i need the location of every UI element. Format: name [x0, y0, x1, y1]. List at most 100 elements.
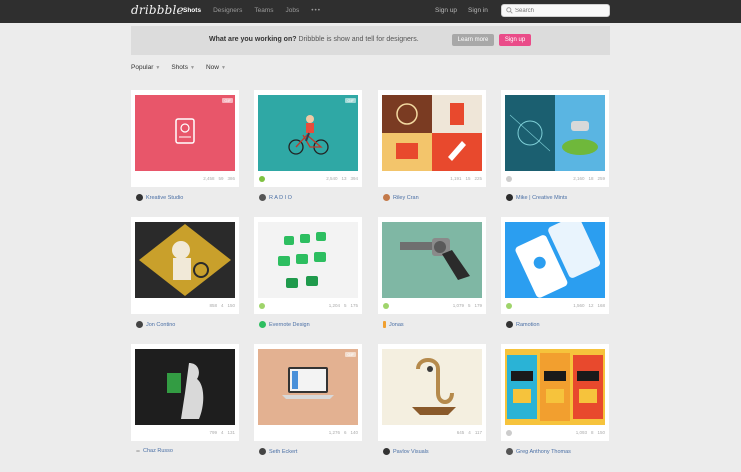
shot-author[interactable]: Jonas [383, 321, 404, 328]
comments-count: 13 [341, 176, 347, 181]
author-name[interactable]: Greg Anthony Thomas [516, 449, 571, 455]
shot-stats: 2,540 13 394 [254, 176, 358, 181]
filter-bar: Popular ▼ Shots ▼ Now ▼ [131, 64, 226, 71]
views-count: 799 [209, 430, 217, 435]
search-box[interactable] [501, 4, 610, 17]
views-count: 2,160 [573, 176, 585, 181]
author-name[interactable]: Pavlov Visuals [393, 449, 429, 455]
more-menu-icon[interactable]: ••• [311, 7, 321, 14]
shot-thumbnail[interactable] [382, 349, 482, 425]
shot-stats: 858 4 150 [131, 303, 235, 308]
avatar [259, 448, 266, 455]
shot-thumbnail[interactable] [505, 349, 605, 425]
search-input[interactable] [515, 6, 607, 16]
shot-author[interactable]: Pavlov Visuals [383, 448, 429, 455]
shot-card[interactable]: 645 4 117 [378, 344, 486, 441]
shot-card[interactable]: 858 4 150 [131, 217, 239, 314]
shot-stats: 1,276 6 140 [254, 430, 358, 435]
learn-more-button[interactable]: Learn more [452, 34, 494, 46]
shot-thumbnail[interactable] [382, 95, 482, 171]
author-name[interactable]: Ramotion [516, 322, 540, 328]
shot-author[interactable]: Riley Cran [383, 194, 419, 201]
shot-stats: 2,160 18 259 [501, 176, 605, 181]
views-count: 1,079 [452, 303, 464, 308]
shot-author[interactable]: Ramotion [506, 321, 540, 328]
nav-teams[interactable]: Teams [254, 7, 273, 14]
silhouette-illustration [167, 363, 204, 419]
shot-thumbnail[interactable] [135, 222, 235, 298]
views-count: 1,191 [450, 176, 462, 181]
shot-thumbnail[interactable] [135, 349, 235, 425]
avatar [506, 448, 513, 455]
dribbble-logo[interactable]: dribbble [131, 3, 184, 17]
shot-stats: 1,204 5 175 [254, 303, 358, 308]
shot-card[interactable]: 1,093 8 150 [501, 344, 609, 441]
comments-count: 8 [590, 430, 594, 435]
author-name[interactable]: Evernote Design [269, 322, 310, 328]
likes-count: 394 [350, 176, 358, 181]
views-count: 1,204 [328, 303, 340, 308]
shot-card[interactable]: 1,204 5 175 [254, 217, 362, 314]
shot-card[interactable]: GIF 2,458 59 386 [131, 90, 239, 187]
app-screens-illustration [515, 222, 601, 298]
shot-author[interactable]: Seth Eckert [259, 448, 297, 455]
likes-count: 140 [350, 430, 358, 435]
avatar [136, 450, 140, 452]
safe-illustration [175, 118, 195, 144]
shot-author[interactable]: Kreative Studio [136, 194, 183, 201]
author-name[interactable]: Jon Contino [146, 322, 175, 328]
avatar [136, 194, 143, 201]
author-name[interactable]: Mike | Creative Mints [516, 195, 567, 201]
filter-shots-label: Shots [171, 64, 188, 71]
top-nav-bar: dribbble Shots Designers Teams Jobs ••• … [0, 0, 741, 23]
laptop-illustration [282, 367, 334, 399]
shot-author[interactable]: Mike | Creative Mints [506, 194, 567, 201]
shot-author[interactable]: R A D I O [259, 194, 292, 201]
shot-stats: 1,093 8 150 [501, 430, 605, 435]
banner-text: What are you working on? Dribbble is sho… [209, 36, 419, 43]
shot-thumbnail[interactable] [135, 95, 235, 171]
mummy-illustration [135, 222, 235, 298]
shot-thumbnail[interactable] [505, 95, 605, 171]
likes-count: 386 [227, 176, 235, 181]
filter-now[interactable]: Now ▼ [206, 64, 226, 71]
shot-thumbnail[interactable] [258, 349, 358, 425]
shot-card[interactable]: 2,160 18 259 [501, 90, 609, 187]
sign-in-link[interactable]: Sign in [468, 7, 488, 14]
search-icon [506, 7, 513, 14]
shot-author[interactable]: Evernote Design [259, 321, 310, 328]
likes-count: 175 [350, 303, 358, 308]
banner-sign-up-button[interactable]: Sign up [499, 34, 531, 46]
shot-thumbnail[interactable] [505, 222, 605, 298]
author-name[interactable]: Riley Cran [393, 195, 419, 201]
shot-author[interactable]: Jon Contino [136, 321, 175, 328]
shot-thumbnail[interactable] [258, 222, 358, 298]
main-nav: Shots Designers Teams Jobs ••• [183, 7, 321, 14]
author-name[interactable]: R A D I O [269, 195, 292, 201]
shot-card[interactable]: 1,191 15 225 [378, 90, 486, 187]
views-count: 2,458 [203, 176, 215, 181]
shot-card[interactable]: GIF 1,276 6 140 [254, 344, 362, 441]
shot-card[interactable]: 1,560 12 168 [501, 217, 609, 314]
nav-jobs[interactable]: Jobs [285, 7, 299, 14]
shot-thumbnail[interactable] [258, 95, 358, 171]
nav-shots[interactable]: Shots [183, 7, 201, 14]
posters-illustration [507, 353, 603, 421]
author-name[interactable]: Kreative Studio [146, 195, 183, 201]
avatar [259, 194, 266, 201]
sign-up-link[interactable]: Sign up [435, 7, 457, 14]
likes-count: 150 [597, 430, 605, 435]
filter-popular[interactable]: Popular ▼ [131, 64, 160, 71]
author-name[interactable]: Chaz Russo [143, 448, 173, 454]
shot-author[interactable]: Chaz Russo [136, 448, 173, 454]
author-name[interactable]: Jonas [389, 322, 404, 328]
shot-card[interactable]: 799 4 131 [131, 344, 239, 441]
filter-shots[interactable]: Shots ▼ [171, 64, 195, 71]
author-name[interactable]: Seth Eckert [269, 449, 297, 455]
shot-card[interactable]: GIF 2,540 13 394 [254, 90, 362, 187]
shot-author[interactable]: Greg Anthony Thomas [506, 448, 571, 455]
shot-thumbnail[interactable] [382, 222, 482, 298]
nav-designers[interactable]: Designers [213, 7, 242, 14]
banner-pitch: Dribbble is show and tell for designers. [298, 36, 419, 43]
shot-card[interactable]: 1,079 5 179 [378, 217, 486, 314]
